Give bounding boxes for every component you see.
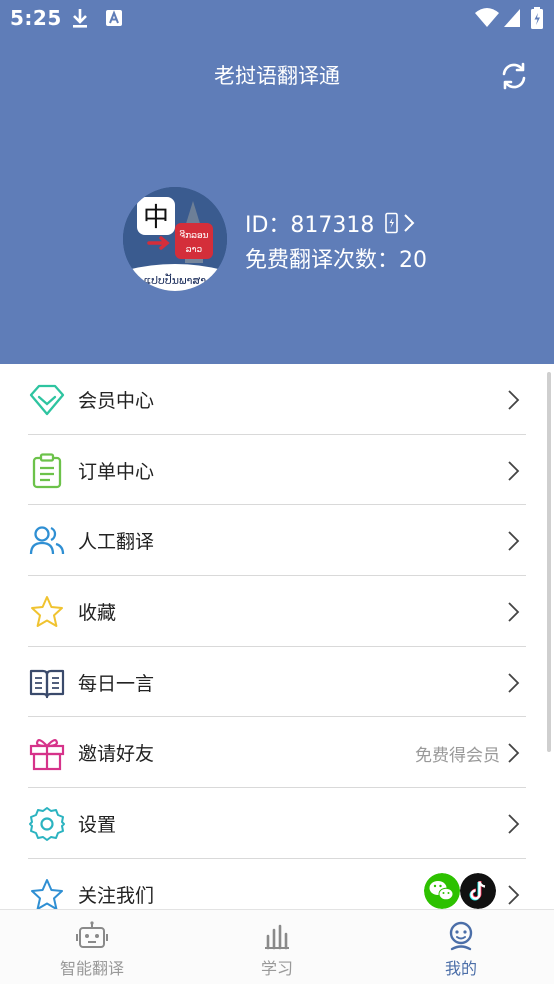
user-id-text: ID：817318 bbox=[245, 213, 375, 238]
free-translation-count: 免费翻译次数：20 bbox=[245, 248, 427, 273]
font-icon bbox=[106, 10, 122, 26]
avatar[interactable]: 中 ຈີກລອນ ລາວ ແປບປັນພາສາ bbox=[123, 187, 227, 291]
profile-icon bbox=[449, 921, 473, 951]
menu-item-human-translation[interactable]: 人工翻译 bbox=[0, 505, 554, 577]
wifi-icon bbox=[475, 8, 499, 27]
chevron-right-icon bbox=[508, 390, 520, 410]
menu-item-label: 关注我们 bbox=[78, 884, 155, 907]
book-icon bbox=[29, 669, 65, 698]
menu-item-orders[interactable]: 订单中心 bbox=[0, 435, 554, 506]
menu-item-label: 设置 bbox=[78, 814, 117, 837]
scrollbar[interactable] bbox=[547, 372, 551, 752]
menu-item-label: 邀请好友 bbox=[78, 743, 155, 766]
gift-icon bbox=[29, 739, 65, 771]
menu-item-membership[interactable]: 会员中心 bbox=[0, 364, 554, 435]
tab-smart-translation[interactable]: 智能翻译 bbox=[0, 910, 184, 984]
app-title: 老挝语翻译通 bbox=[214, 64, 340, 88]
chevron-right-icon bbox=[404, 214, 415, 232]
users-icon bbox=[29, 526, 65, 555]
chevron-right-icon bbox=[508, 461, 520, 481]
menu-item-settings[interactable]: 设置 bbox=[0, 788, 554, 859]
tab-label: 学习 bbox=[260, 959, 293, 978]
avatar-caption: ແປບປັນພາສາ bbox=[144, 273, 206, 287]
menu-item-label: 收藏 bbox=[78, 602, 117, 625]
tab-label: 智能翻译 bbox=[59, 959, 124, 978]
star-icon bbox=[31, 596, 63, 628]
tiktok-icon[interactable] bbox=[460, 872, 496, 909]
status-bar: 5:25 bbox=[0, 0, 554, 36]
clipboard-icon bbox=[32, 453, 62, 488]
chevron-right-icon bbox=[508, 673, 520, 693]
refresh-icon[interactable] bbox=[498, 60, 530, 92]
menu-item-label: 会员中心 bbox=[78, 390, 155, 412]
battery-icon bbox=[531, 7, 543, 29]
menu-item-label: 订单中心 bbox=[78, 460, 155, 483]
signal-icon bbox=[504, 9, 520, 27]
menu-item-invite-friends[interactable]: 邀请好友 免费得会员 bbox=[0, 717, 554, 789]
avatar-image: 中 ຈີກລອນ ລາວ ແປບປັນພາສາ bbox=[123, 187, 227, 291]
chevron-right-icon bbox=[508, 531, 520, 552]
avatar-badge-bottom: ລາວ bbox=[186, 245, 203, 255]
gear-icon bbox=[29, 807, 65, 842]
download-icon bbox=[73, 9, 87, 28]
phone-icon bbox=[385, 212, 399, 234]
avatar-badge-top: ຈີກລອນ bbox=[179, 230, 209, 241]
menu-item-label: 人工翻译 bbox=[78, 531, 155, 554]
user-id[interactable]: ID：817318 bbox=[245, 208, 416, 238]
chevron-right-icon bbox=[508, 743, 520, 764]
chart-icon bbox=[265, 924, 289, 950]
diamond-icon bbox=[29, 384, 65, 416]
robot-icon bbox=[76, 921, 108, 948]
wechat-icon[interactable] bbox=[424, 872, 460, 909]
invite-hint: 免费得会员 bbox=[415, 746, 500, 767]
tab-mine[interactable]: 我的 bbox=[369, 910, 553, 984]
chevron-right-icon bbox=[508, 814, 520, 834]
chevron-right-icon bbox=[508, 885, 520, 905]
status-time: 5:25 bbox=[10, 6, 62, 30]
bottom-tab-bar: 智能翻译 学习 我的 bbox=[0, 909, 554, 984]
tab-study[interactable]: 学习 bbox=[185, 910, 369, 984]
profile-header: 5:25 老挝语翻译通 中 ຈີກລອນ ລາວ ແປບປັນພາສາ ID：8… bbox=[0, 0, 554, 364]
menu-list: 会员中心 订单中心 人工翻译 收藏 每日一言 邀请好友 免费得会员 设置 关注我… bbox=[0, 364, 554, 930]
tab-label: 我的 bbox=[444, 959, 477, 978]
menu-item-daily-quote[interactable]: 每日一言 bbox=[0, 647, 554, 718]
avatar-char: 中 bbox=[143, 203, 169, 233]
menu-item-label: 每日一言 bbox=[78, 672, 155, 695]
chevron-right-icon bbox=[508, 602, 520, 622]
menu-item-favorites[interactable]: 收藏 bbox=[0, 576, 554, 647]
